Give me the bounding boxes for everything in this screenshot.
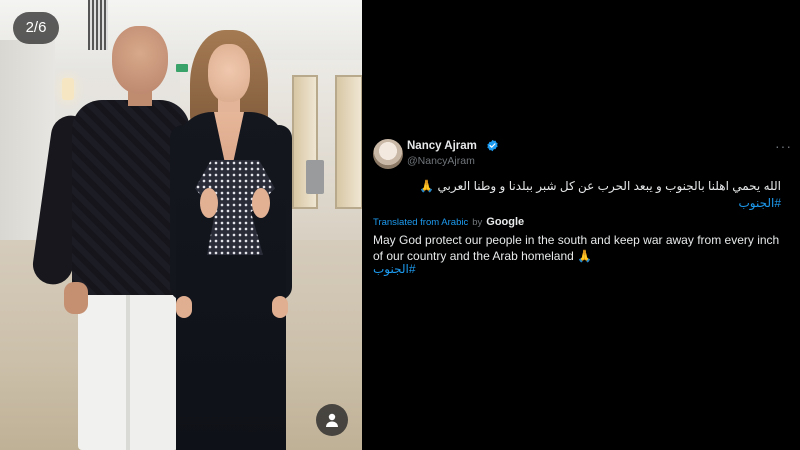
woman-hand [272, 296, 288, 318]
author-name[interactable]: Nancy Ajram [407, 140, 477, 152]
tweet-text-translation: May God protect our people in the south … [373, 233, 780, 263]
dress-cutout [252, 188, 270, 218]
tagged-people-button[interactable] [316, 404, 348, 436]
exit-sign [176, 64, 188, 72]
verified-badge-icon [487, 139, 498, 152]
woman-face [208, 44, 250, 102]
dress-cutout [200, 188, 218, 218]
google-logo: Google [486, 216, 525, 228]
hashtag-link[interactable]: #الجنوب [373, 195, 781, 212]
original-text: الله يحمي اهلنا بالجنوب و يبعد الحرب عن … [419, 179, 781, 193]
post-photo[interactable]: 2/6 [0, 0, 362, 450]
man-trousers [78, 290, 178, 450]
trash-bin [306, 160, 324, 194]
tweet-text-original: الله يحمي اهلنا بالجنوب و يبعد الحرب عن … [373, 178, 781, 212]
woman-hand [176, 296, 192, 318]
translation-attribution: Translated from Arabic by Google [373, 216, 524, 228]
man-hand [64, 282, 88, 314]
more-options-icon[interactable]: ··· [775, 138, 792, 154]
door [335, 75, 362, 209]
tweet-header: Nancy Ajram @NancyAjram ··· [373, 138, 791, 172]
author-handle[interactable]: @NancyAjram [407, 155, 475, 167]
person-icon [326, 413, 338, 427]
image-counter: 2/6 [13, 12, 59, 44]
translated-by-label: by [472, 216, 483, 228]
man-head [112, 26, 168, 94]
air-vent [88, 0, 108, 50]
translated-from-label[interactable]: Translated from Arabic [373, 217, 468, 228]
tweet-card: Nancy Ajram @NancyAjram ··· الله يحمي اه… [362, 0, 800, 450]
hashtag-link[interactable]: #الجنوب [373, 262, 416, 276]
wall-lamp [62, 78, 74, 100]
avatar[interactable] [373, 139, 403, 169]
